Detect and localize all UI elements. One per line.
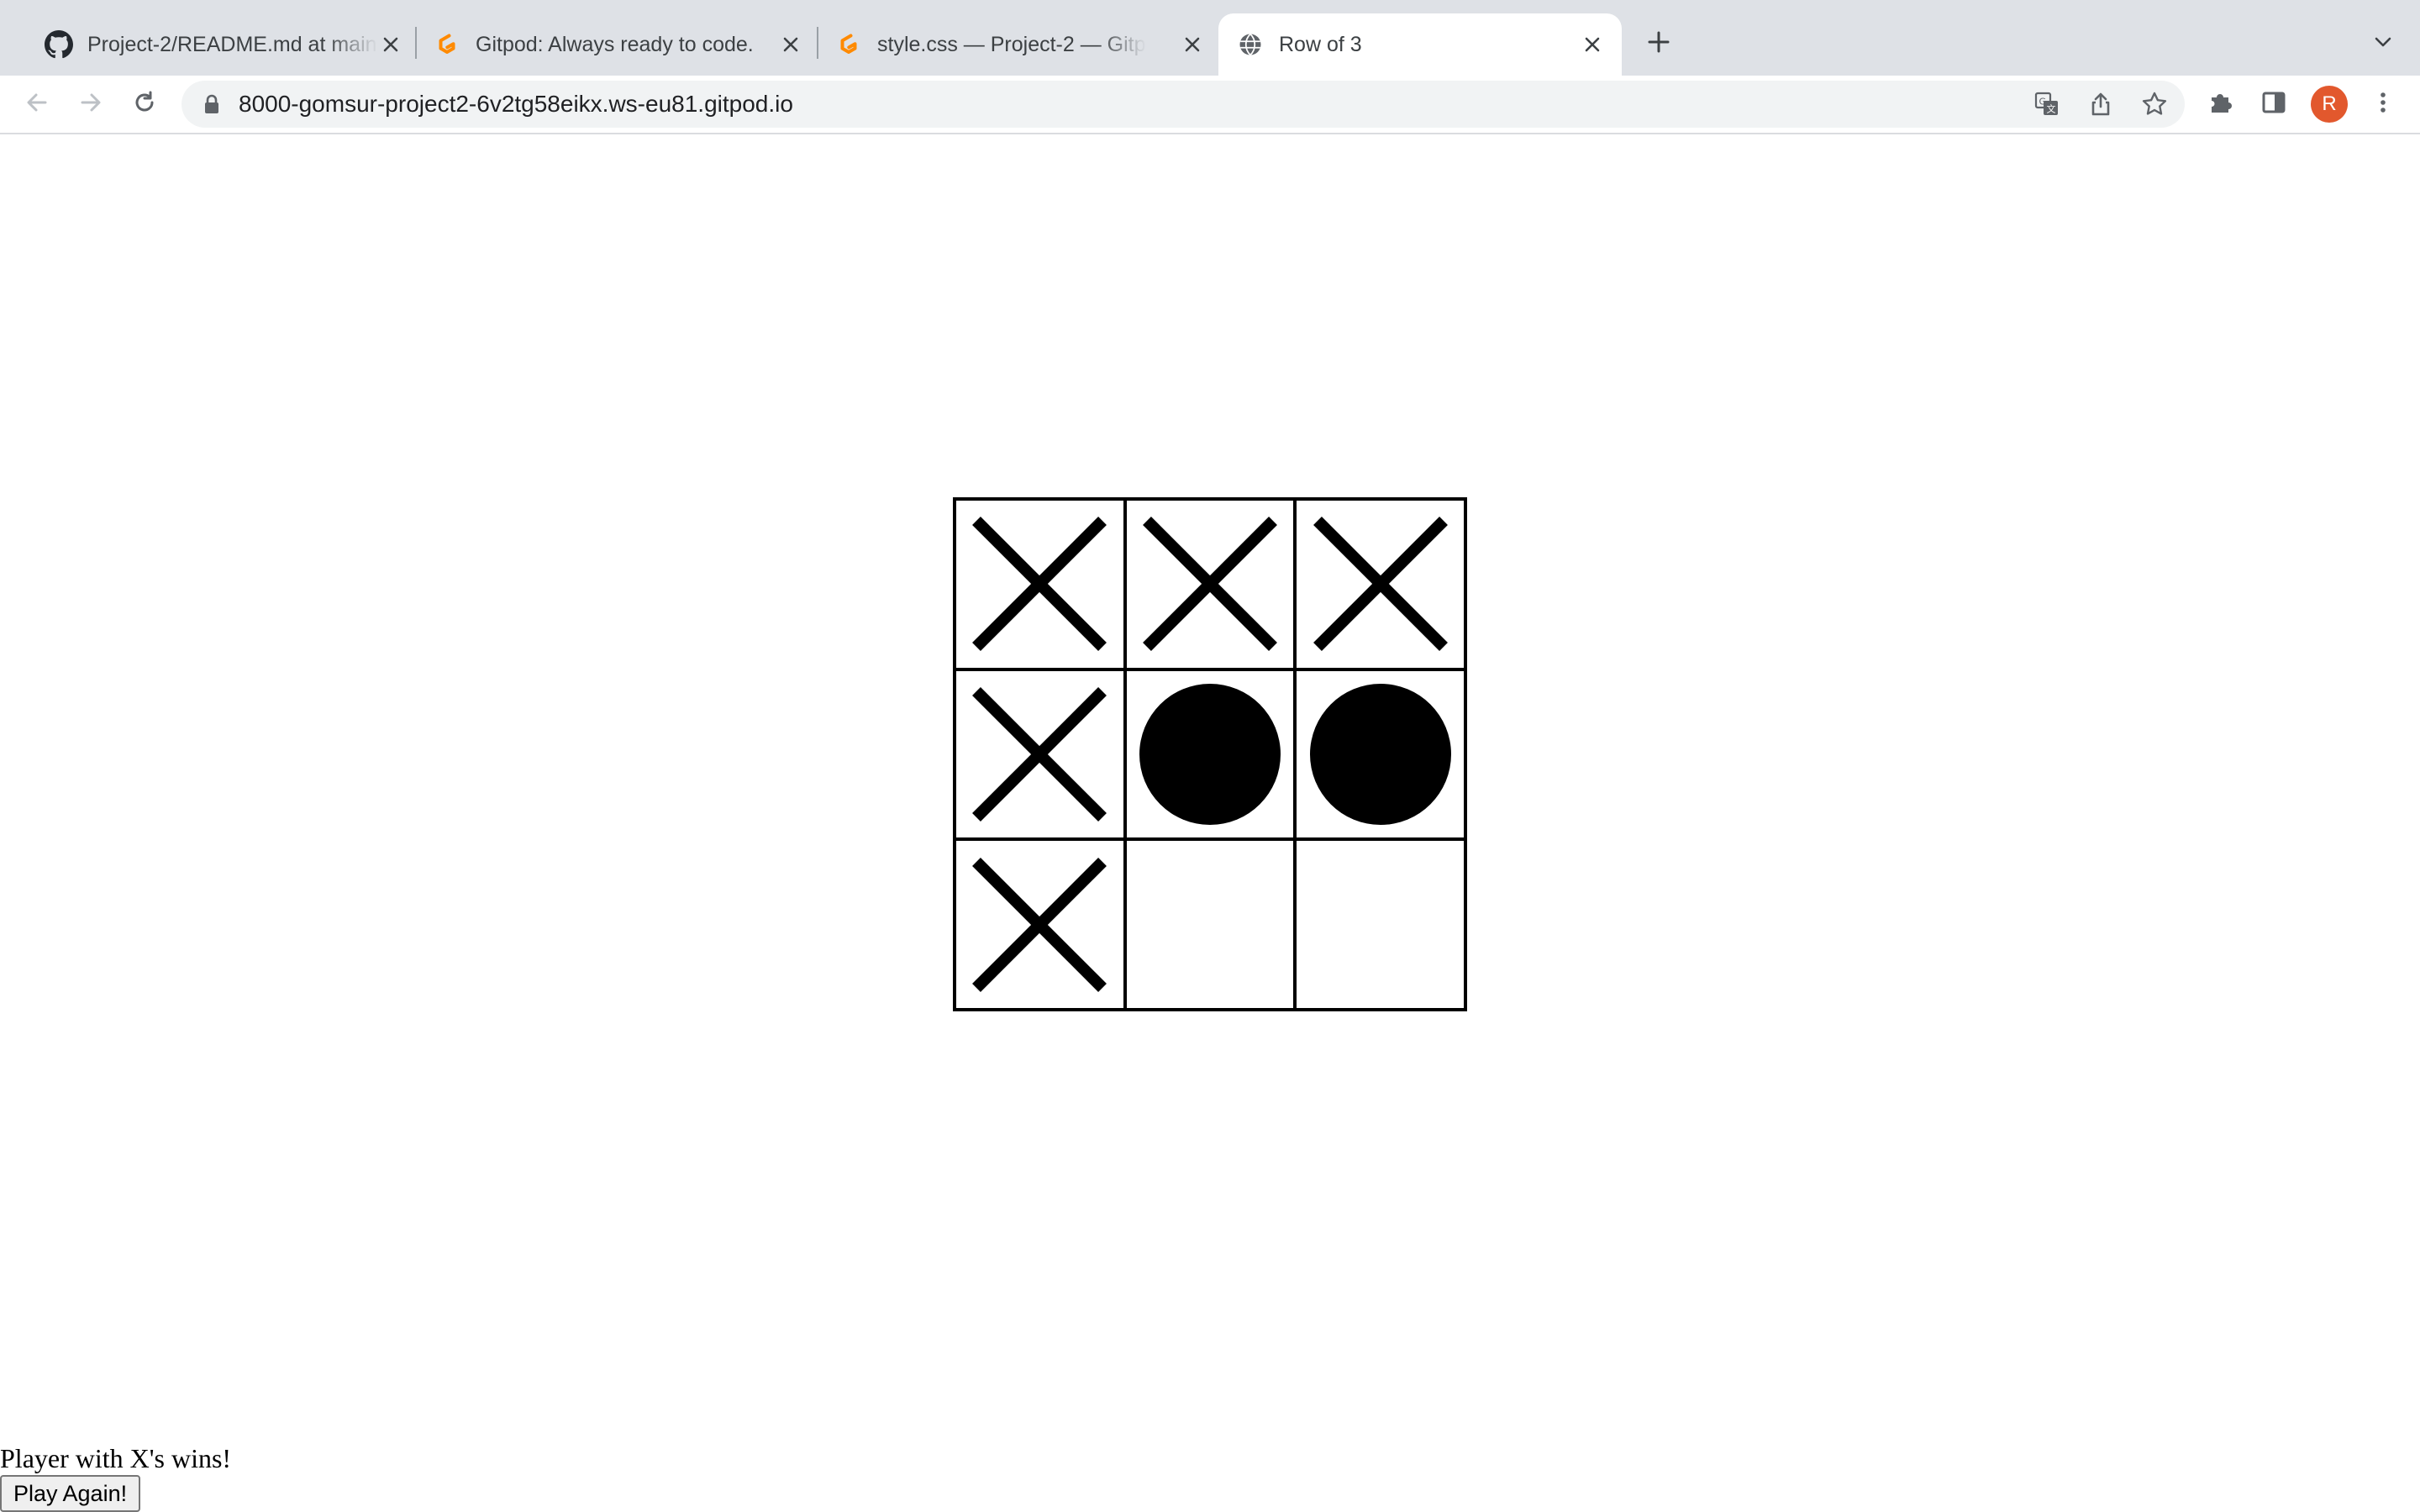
- play-again-button[interactable]: Play Again!: [0, 1475, 141, 1512]
- new-tab-button[interactable]: [1640, 25, 1677, 62]
- tab-row-of-3[interactable]: Row of 3: [1218, 13, 1622, 76]
- forward-button[interactable]: [72, 86, 109, 123]
- x-mark-icon: [1313, 517, 1448, 652]
- kebab-menu-icon: [2370, 89, 2396, 120]
- close-icon[interactable]: [778, 32, 803, 57]
- tab-title: Row of 3: [1279, 33, 1362, 56]
- x-mark-icon: [972, 517, 1107, 652]
- globe-icon: [1235, 29, 1265, 60]
- board-cell[interactable]: [1124, 669, 1296, 840]
- x-mark-icon: [972, 687, 1107, 822]
- close-icon[interactable]: [378, 32, 403, 57]
- board-cell[interactable]: [955, 839, 1125, 1010]
- tab-strip: Project-2/README.md at main Gitpod: Alwa…: [0, 0, 2420, 76]
- reload-button[interactable]: [126, 86, 163, 123]
- svg-text:文: 文: [2047, 103, 2056, 115]
- address-bar[interactable]: 8000-gomsur-project2-6v2tg58eikx.ws-eu81…: [182, 81, 2185, 128]
- board-cell[interactable]: [1124, 499, 1296, 669]
- o-mark-icon: [1139, 683, 1281, 825]
- game-status-message: Player with X's wins!: [0, 1443, 232, 1473]
- x-mark-icon: [1143, 517, 1277, 652]
- arrow-right-icon: [77, 89, 104, 120]
- star-icon[interactable]: [2139, 89, 2170, 119]
- o-mark-icon: [1309, 683, 1451, 825]
- arrow-left-icon: [24, 89, 50, 120]
- gitpod-icon: [834, 29, 864, 60]
- board-cell[interactable]: [955, 669, 1125, 840]
- gitpod-icon: [432, 29, 462, 60]
- extensions-button[interactable]: [2202, 86, 2238, 123]
- tab-title: Project-2/README.md at main: [87, 33, 377, 56]
- url-text[interactable]: 8000-gomsur-project2-6v2tg58eikx.ws-eu81…: [239, 81, 793, 128]
- game-board: [953, 497, 1467, 1011]
- side-panel-button[interactable]: [2255, 86, 2292, 123]
- translate-icon[interactable]: G文: [2032, 89, 2062, 119]
- o-disc: [1139, 683, 1281, 825]
- board-cell[interactable]: [1124, 839, 1296, 1010]
- tab-style-css[interactable]: style.css — Project-2 — Gitpod: [817, 13, 1217, 76]
- board-cell[interactable]: [1295, 839, 1465, 1010]
- tab-gitpod[interactable]: Gitpod: Always ready to code.: [415, 13, 815, 76]
- o-disc: [1309, 683, 1451, 825]
- share-icon[interactable]: [2086, 89, 2116, 119]
- chevron-down-icon: [2373, 32, 2393, 56]
- reload-icon: [131, 89, 158, 120]
- close-icon[interactable]: [1180, 32, 1205, 57]
- board-cell[interactable]: [1295, 669, 1465, 840]
- browser-toolbar: 8000-gomsur-project2-6v2tg58eikx.ws-eu81…: [0, 76, 2420, 134]
- side-panel-icon: [2260, 89, 2287, 120]
- lock-icon[interactable]: [200, 92, 224, 116]
- tab-title: Gitpod: Always ready to code.: [476, 33, 754, 56]
- tab-github-readme[interactable]: Project-2/README.md at main: [13, 13, 413, 76]
- x-mark-icon: [972, 857, 1107, 992]
- browser-menu-button[interactable]: [2365, 86, 2402, 123]
- github-icon: [44, 29, 74, 60]
- tab-title: style.css — Project-2 — Gitpod: [877, 33, 1146, 56]
- close-icon[interactable]: [1580, 32, 1605, 57]
- tab-search-button[interactable]: [2366, 27, 2400, 60]
- puzzle-icon: [2207, 89, 2233, 120]
- board-cell[interactable]: [1295, 499, 1465, 669]
- profile-avatar[interactable]: R: [2311, 86, 2348, 123]
- board-cell[interactable]: [955, 499, 1125, 669]
- back-button[interactable]: [18, 86, 55, 123]
- plus-icon: [1647, 30, 1670, 58]
